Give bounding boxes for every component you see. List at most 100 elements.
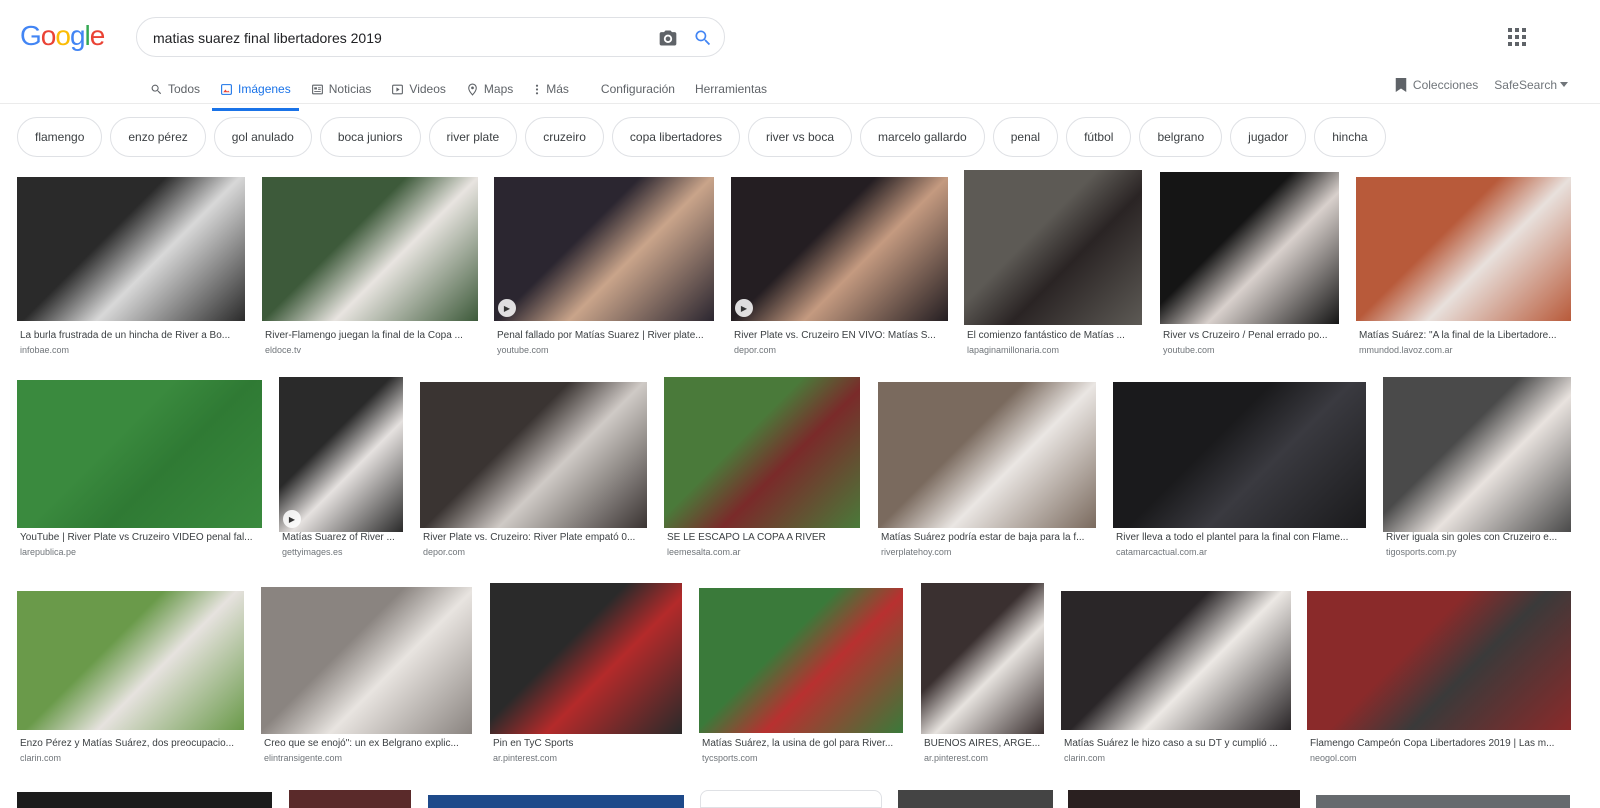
result-title[interactable]: River vs Cruzeiro / Penal errado po... xyxy=(1163,330,1336,341)
result-title[interactable]: El comienzo fantástico de Matías ... xyxy=(967,330,1139,341)
chip[interactable]: enzo pérez xyxy=(110,117,206,157)
result-source[interactable]: neogol.com xyxy=(1310,753,1357,763)
result-title[interactable]: SE LE ESCAPÓ LA COPA A RIVER xyxy=(667,532,857,543)
result-thumbnail[interactable] xyxy=(699,588,903,733)
result-title[interactable]: River Plate vs. Cruzeiro: River Plate em… xyxy=(423,532,644,543)
chip[interactable]: river vs boca xyxy=(747,117,852,157)
result-thumbnail[interactable] xyxy=(964,170,1142,325)
result-source[interactable]: ar.pinterest.com xyxy=(924,753,988,763)
result-source[interactable]: youtube.com xyxy=(1163,345,1215,355)
chip[interactable]: river plate xyxy=(428,117,518,157)
result-source[interactable]: mmundod.lavoz.com.ar xyxy=(1359,345,1453,355)
result-source[interactable]: eldoce.tv xyxy=(265,345,301,355)
collections-link[interactable]: Colecciones xyxy=(1395,78,1478,92)
result-thumbnail[interactable]: ▶ xyxy=(731,177,948,321)
chip[interactable]: belgrano xyxy=(1139,117,1223,157)
chip[interactable]: flamengo xyxy=(17,117,103,157)
search-icon[interactable] xyxy=(693,28,713,48)
safesearch-dropdown[interactable]: SafeSearch xyxy=(1494,78,1568,92)
result-thumbnail[interactable] xyxy=(1113,382,1366,528)
result-thumbnail[interactable] xyxy=(17,177,245,321)
tab-videos[interactable]: Videos xyxy=(391,74,446,104)
result-title[interactable]: La burla frustrada de un hincha de River… xyxy=(20,330,242,341)
tab-maps[interactable]: Maps xyxy=(466,74,513,104)
result-title[interactable]: Matías Suárez podría estar de baja para … xyxy=(881,532,1093,543)
tab-todos[interactable]: Todos xyxy=(150,74,200,104)
result-thumbnail[interactable] xyxy=(878,382,1096,528)
result-title[interactable]: Matías Suarez of River ... xyxy=(282,532,400,543)
result-source[interactable]: leemesalta.com.ar xyxy=(667,547,741,557)
logo-letter: g xyxy=(69,20,86,51)
chip[interactable]: copa libertadores xyxy=(611,117,740,157)
image-icon xyxy=(221,83,232,95)
tab-noticias[interactable]: Noticias xyxy=(311,74,371,104)
result-source[interactable]: lapaginamillonaria.com xyxy=(967,345,1059,355)
chip[interactable]: jugador xyxy=(1230,117,1307,157)
result-thumbnail[interactable] xyxy=(1307,591,1571,730)
bookmark-icon xyxy=(1395,78,1407,92)
chip[interactable]: hincha xyxy=(1314,117,1386,157)
result-thumbnail[interactable] xyxy=(1356,177,1571,321)
result-title[interactable]: River lleva a todo el plantel para la fi… xyxy=(1116,532,1363,543)
search-input[interactable] xyxy=(153,28,633,48)
camera-icon[interactable] xyxy=(657,28,679,48)
result-thumbnail[interactable] xyxy=(261,587,472,734)
result-title[interactable]: YouTube | River Plate vs Cruzeiro VIDEO … xyxy=(20,532,259,543)
result-title[interactable]: Matías Suárez: "A la final de la Liberta… xyxy=(1359,330,1568,341)
result-source[interactable]: depor.com xyxy=(734,345,776,355)
chip[interactable]: cruzeiro xyxy=(525,117,604,157)
logo-letter: o xyxy=(55,20,71,51)
result-source[interactable]: larepublica.pe xyxy=(20,547,76,557)
tools-link[interactable]: Herramientas xyxy=(695,74,767,104)
result-source[interactable]: tigosports.com.py xyxy=(1386,547,1457,557)
result-thumbnail[interactable] xyxy=(1160,172,1339,324)
result-source[interactable]: youtube.com xyxy=(497,345,549,355)
chip[interactable]: boca juniors xyxy=(319,117,421,157)
result-thumbnail[interactable] xyxy=(17,591,244,730)
result-thumbnail[interactable] xyxy=(420,382,647,528)
apps-grid-icon[interactable] xyxy=(1508,28,1526,46)
play-icon: ▶ xyxy=(498,299,516,317)
chip[interactable]: gol anulado xyxy=(213,117,312,157)
result-source[interactable]: clarin.com xyxy=(20,753,61,763)
result-title[interactable]: BUENOS AIRES, ARGE... xyxy=(924,738,1041,749)
search-box[interactable] xyxy=(136,17,725,57)
result-title[interactable]: Matías Suárez le hizo caso a su DT y cum… xyxy=(1064,738,1288,749)
result-source[interactable]: elintransigente.com xyxy=(264,753,342,763)
result-thumbnail[interactable] xyxy=(1061,591,1291,730)
tab-imagenes[interactable]: Imágenes xyxy=(212,74,299,111)
result-thumbnail[interactable] xyxy=(664,377,860,528)
result-source[interactable]: gettyimages.es xyxy=(282,547,343,557)
settings-link[interactable]: Configuración xyxy=(601,74,675,104)
result-title[interactable]: River iguala sin goles con Cruzeiro e... xyxy=(1386,532,1568,543)
play-icon: ▶ xyxy=(735,299,753,317)
result-source[interactable]: tycsports.com xyxy=(702,753,758,763)
result-thumbnail[interactable] xyxy=(1383,377,1571,532)
chip[interactable]: fútbol xyxy=(1066,117,1132,157)
result-source[interactable]: infobae.com xyxy=(20,345,69,355)
result-source[interactable]: riverplatehoy.com xyxy=(881,547,951,557)
result-title[interactable]: River Plate vs. Cruzeiro EN VIVO: Matías… xyxy=(734,330,945,341)
result-title[interactable]: Enzo Pérez y Matías Suárez, dos preocupa… xyxy=(20,738,241,749)
result-source[interactable]: depor.com xyxy=(423,547,465,557)
caret-down-icon xyxy=(1560,82,1568,87)
result-title[interactable]: Matías Suárez, la usina de gol para Rive… xyxy=(702,738,900,749)
result-source[interactable]: ar.pinterest.com xyxy=(493,753,557,763)
chip[interactable]: marcelo gallardo xyxy=(860,117,985,157)
result-title[interactable]: Flamengo Campeón Copa Libertadores 2019 … xyxy=(1310,738,1568,749)
result-thumbnail[interactable] xyxy=(262,177,478,321)
tab-mas[interactable]: Más xyxy=(533,74,569,104)
result-source[interactable]: clarin.com xyxy=(1064,753,1105,763)
result-thumbnail[interactable] xyxy=(921,583,1044,734)
google-logo[interactable]: Google xyxy=(20,20,105,52)
result-source[interactable]: catamarcactual.com.ar xyxy=(1116,547,1207,557)
result-thumbnail[interactable] xyxy=(17,380,262,528)
result-thumbnail[interactable] xyxy=(490,583,682,734)
result-thumbnail[interactable]: ▶ xyxy=(494,177,714,321)
result-title[interactable]: Penal fallado por Matías Suarez | River … xyxy=(497,330,711,341)
result-title[interactable]: Creo que se enojó": un ex Belgrano expli… xyxy=(264,738,469,749)
result-title[interactable]: Pin en TyC Sports xyxy=(493,738,679,749)
chip[interactable]: penal xyxy=(992,117,1059,157)
result-title[interactable]: River-Flamengo juegan la final de la Cop… xyxy=(265,330,475,341)
result-thumbnail[interactable]: ▶ xyxy=(279,377,403,532)
